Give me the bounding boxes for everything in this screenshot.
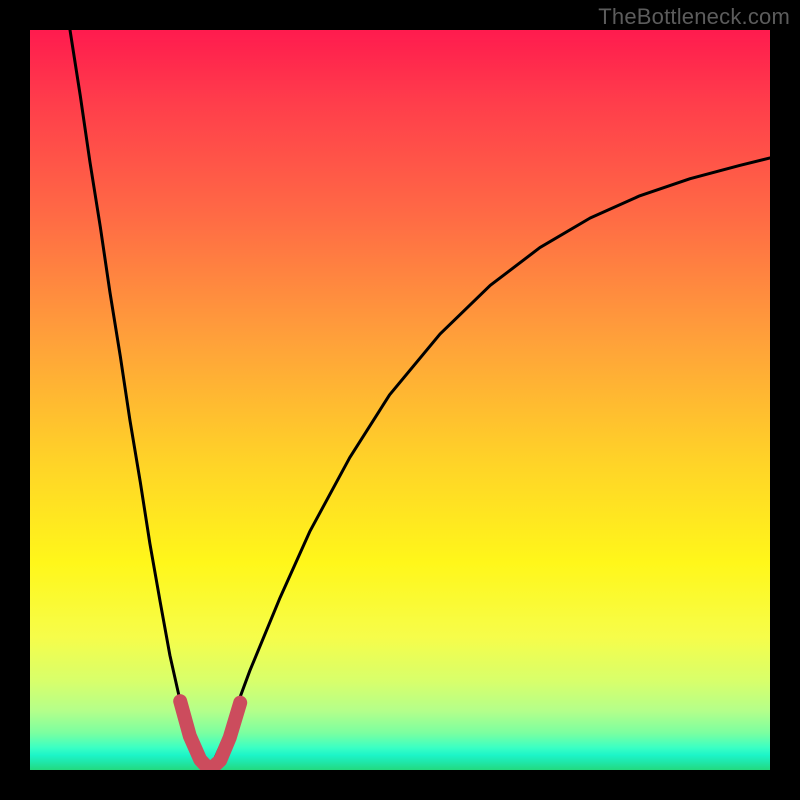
curve-right-branch: [210, 158, 770, 770]
watermark-text: TheBottleneck.com: [598, 4, 790, 30]
curve-left-branch: [70, 30, 210, 770]
chart-curves-svg: [30, 30, 770, 770]
curve-highlight: [180, 701, 240, 770]
chart-frame: TheBottleneck.com: [0, 0, 800, 800]
chart-plot-area: [30, 30, 770, 770]
